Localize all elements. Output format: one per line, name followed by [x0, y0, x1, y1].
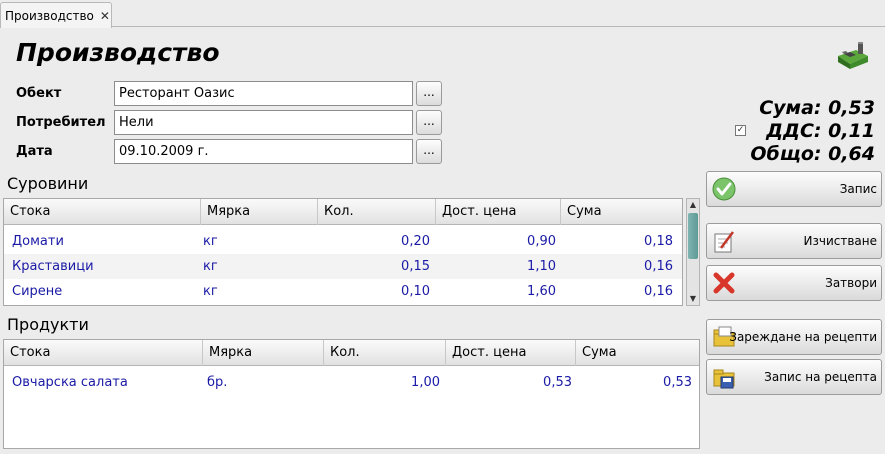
cell-qty: 0,20	[401, 234, 430, 249]
column-header[interactable]: Кол.	[318, 199, 436, 225]
clear-button[interactable]: Изчистване	[706, 223, 882, 259]
object-label: Обект	[16, 86, 62, 101]
table-row[interactable]: Сирене кг 0,10 1,60 0,16	[4, 279, 682, 304]
consumer-browse-button[interactable]: ...	[416, 110, 442, 135]
folder-save-icon	[713, 369, 735, 389]
close-button[interactable]: Затвори	[706, 265, 882, 301]
tab-production[interactable]: Производство ✕	[0, 2, 112, 28]
total-label: Общо:	[750, 143, 822, 165]
clear-button-label: Изчистване	[803, 234, 878, 248]
sum-value: 0,53	[828, 97, 875, 119]
tab-label: Производство	[5, 8, 94, 23]
table-row[interactable]: Овчарска салата бр. 1,00 0,53 0,53	[4, 370, 699, 395]
consumer-field[interactable]: Нели	[114, 110, 413, 135]
tab-close-icon[interactable]: ✕	[100, 9, 110, 23]
save-recipe-button[interactable]: Запис на рецепта	[706, 359, 882, 395]
cell-item: Краставици	[12, 259, 94, 274]
vat-label: ДДС:	[766, 120, 822, 142]
factory-icon	[838, 42, 868, 69]
save-button[interactable]: Запис	[706, 171, 882, 207]
cell-price: 0,90	[527, 234, 556, 249]
save-recipe-label: Запис на рецепта	[764, 370, 877, 384]
page-title: Производство	[16, 38, 220, 67]
table-header: Стока Мярка Кол. Дост. цена Сума	[4, 199, 682, 225]
cell-sum: 0,18	[644, 234, 673, 249]
cell-price: 0,53	[543, 375, 572, 390]
scrollbar-thumb[interactable]	[688, 213, 698, 259]
load-recipes-label: Зареждане на рецепти	[729, 330, 877, 344]
cell-sum: 0,16	[644, 259, 673, 274]
consumer-label: Потребител	[16, 115, 106, 130]
table-row[interactable]: Домати кг 0,20 0,90 0,18	[4, 229, 682, 254]
cell-unit: кг	[203, 259, 218, 274]
column-header[interactable]: Мярка	[203, 340, 324, 366]
cell-item: Сирене	[12, 284, 63, 299]
clear-icon	[714, 231, 734, 253]
date-field[interactable]: 09.10.2009 г.	[114, 139, 413, 164]
column-header[interactable]: Сума	[561, 199, 682, 225]
products-title: Продукти	[7, 315, 89, 334]
cell-price: 1,10	[527, 259, 556, 274]
cell-qty: 0,15	[401, 259, 430, 274]
column-header[interactable]: Стока	[4, 340, 203, 366]
cell-qty: 0,10	[401, 284, 430, 299]
sum-total: Сума: 0,53	[759, 97, 875, 119]
check-icon	[712, 177, 736, 201]
cell-item: Домати	[12, 234, 64, 249]
cell-unit: кг	[203, 284, 218, 299]
total-value: 0,64	[828, 143, 875, 165]
vat-checkbox[interactable]: ✓	[735, 125, 746, 136]
close-x-icon	[713, 272, 735, 294]
grand-total: Общо: 0,64	[750, 143, 875, 165]
cell-item: Овчарска салата	[12, 375, 128, 390]
save-button-label: Запис	[839, 182, 877, 196]
object-browse-button[interactable]: ...	[416, 81, 442, 106]
table-row[interactable]: Краставици кг 0,15 1,10 0,16	[4, 254, 682, 279]
cell-sum: 0,53	[663, 375, 692, 390]
raw-materials-table: Стока Мярка Кол. Дост. цена Сума Домати …	[3, 198, 683, 306]
date-picker-button[interactable]: ...	[416, 139, 442, 164]
products-table: Стока Мярка Кол. Дост. цена Сума Овчарск…	[3, 339, 700, 449]
column-header[interactable]: Мярка	[201, 199, 318, 225]
cell-sum: 0,16	[644, 284, 673, 299]
sum-label: Сума:	[759, 97, 822, 119]
raw-materials-title: Суровини	[7, 174, 89, 193]
column-header[interactable]: Дост. цена	[436, 199, 561, 225]
scroll-up-icon[interactable]: ▲	[687, 199, 699, 211]
scroll-down-icon[interactable]: ▼	[687, 293, 699, 305]
table-header: Стока Мярка Кол. Дост. цена Сума	[4, 340, 699, 366]
cell-unit: кг	[203, 234, 218, 249]
close-button-label: Затвори	[825, 276, 877, 290]
column-header[interactable]: Сума	[576, 340, 699, 366]
vat-total: ДДС: 0,11	[766, 120, 875, 142]
raw-materials-scrollbar[interactable]: ▲ ▼	[686, 198, 700, 306]
column-header[interactable]: Дост. цена	[446, 340, 576, 366]
load-recipes-button[interactable]: Зареждане на рецепти	[706, 319, 882, 355]
vat-value: 0,11	[828, 120, 875, 142]
cell-qty: 1,00	[411, 375, 440, 390]
column-header[interactable]: Стока	[4, 199, 201, 225]
cell-price: 1,60	[527, 284, 556, 299]
date-label: Дата	[16, 144, 53, 159]
column-header[interactable]: Кол.	[324, 340, 446, 366]
tab-bar: Производство ✕	[0, 0, 885, 28]
object-field[interactable]: Ресторант Оазис	[114, 81, 413, 106]
cell-unit: бр.	[207, 375, 228, 390]
